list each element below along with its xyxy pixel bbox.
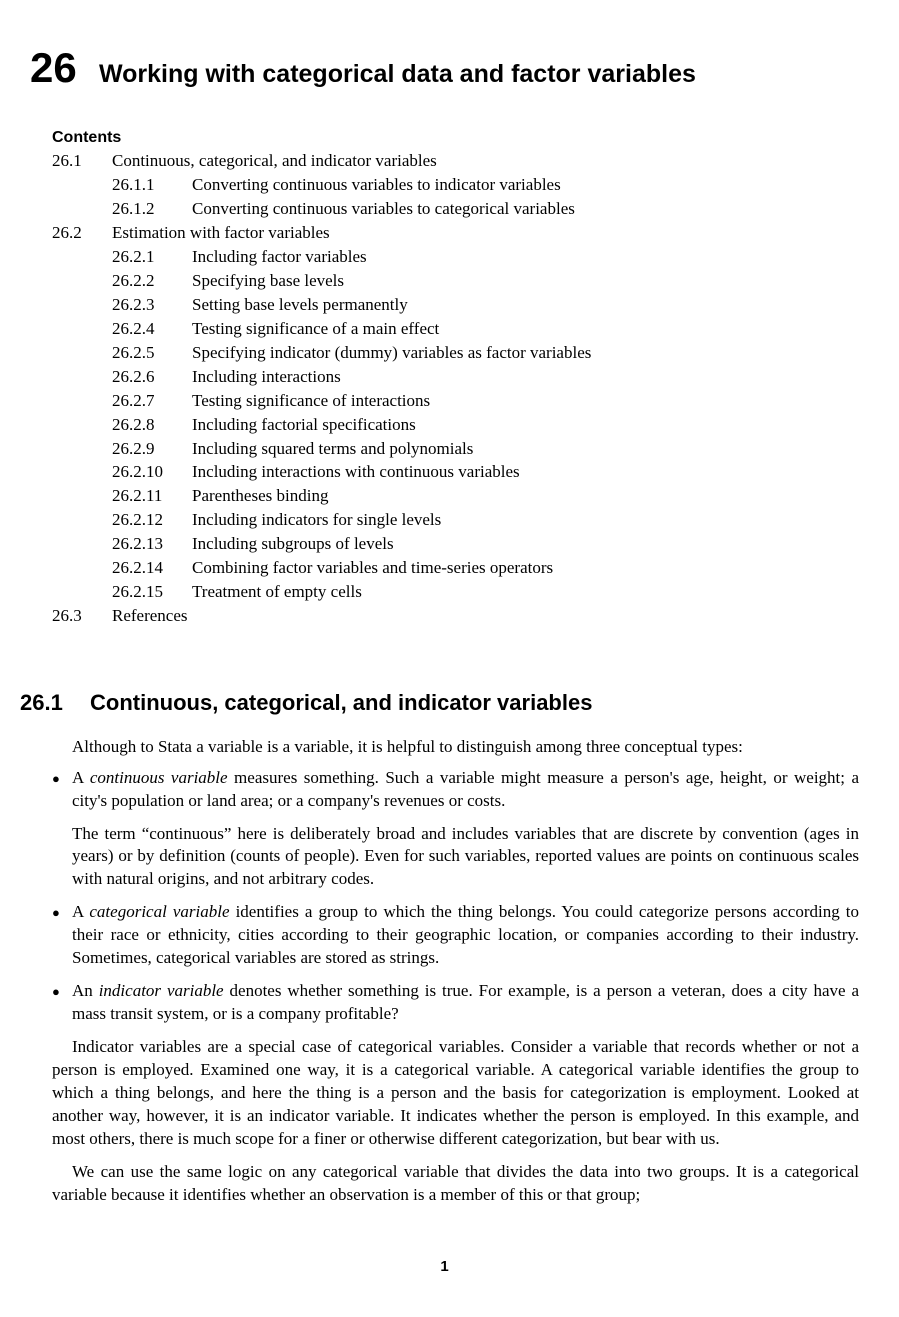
toc-entry-text: Including factorial specifications [192,414,859,437]
toc-entry-number: 26.2 [52,222,112,245]
toc-entry-text: Continuous, categorical, and indicator v… [112,150,859,173]
toc-entry-text: Combining factor variables and time-seri… [192,557,859,580]
toc-entry-number: 26.2.14 [112,557,192,580]
toc-entry[interactable]: 26.2.13Including subgroups of levels [52,533,859,556]
list-item: ●An indicator variable denotes whether s… [52,980,859,1026]
list-item-text: A categorical variable identifies a grou… [72,901,859,970]
toc-entry-text: Specifying indicator (dummy) variables a… [192,342,859,365]
toc-entry[interactable]: 26.2.9Including squared terms and polyno… [52,438,859,461]
toc-entry-text: References [112,605,859,628]
list-item: ●A categorical variable identifies a gro… [52,901,859,970]
toc-entry[interactable]: 26.1.2Converting continuous variables to… [52,198,859,221]
contents-block: Contents 26.1Continuous, categorical, an… [52,127,859,628]
toc-entry-text: Testing significance of interactions [192,390,859,413]
body-paragraph: Indicator variables are a special case o… [52,1036,859,1151]
toc-entry-text: Converting continuous variables to indic… [192,174,859,197]
toc-entry-number: 26.2.11 [112,485,192,508]
section-header: 26.1 Continuous, categorical, and indica… [20,688,859,718]
toc-entry[interactable]: 26.2.11Parentheses binding [52,485,859,508]
toc-entry[interactable]: 26.2Estimation with factor variables [52,222,859,245]
list-item-content: A categorical variable identifies a grou… [72,901,859,970]
toc-entry-number: 26.2.10 [112,461,192,484]
intro-paragraph: Although to Stata a variable is a variab… [52,736,859,759]
toc-entry-number: 26.2.4 [112,318,192,341]
toc-entry-text: Converting continuous variables to categ… [192,198,859,221]
toc-entry-number: 26.2.5 [112,342,192,365]
toc-entry-number: 26.2.1 [112,246,192,269]
list-item: ●A continuous variable measures somethin… [52,767,859,892]
toc-entry-text: Setting base levels permanently [192,294,859,317]
toc-entry[interactable]: 26.2.7Testing significance of interactio… [52,390,859,413]
toc-entry[interactable]: 26.2.12Including indicators for single l… [52,509,859,532]
toc-entry[interactable]: 26.2.3Setting base levels permanently [52,294,859,317]
toc-entry[interactable]: 26.1.1Converting continuous variables to… [52,174,859,197]
bullet-icon: ● [52,980,72,1026]
toc-entry-number: 26.2.12 [112,509,192,532]
toc-entry-text: Including factor variables [192,246,859,269]
toc-entry-text: Parentheses binding [192,485,859,508]
bullet-icon: ● [52,901,72,970]
toc-entry-number: 26.2.9 [112,438,192,461]
list-item-text: The term “continuous” here is deliberate… [72,823,859,892]
contents-heading: Contents [52,127,859,149]
toc-entry[interactable]: 26.2.10Including interactions with conti… [52,461,859,484]
chapter-title: Working with categorical data and factor… [99,58,696,92]
toc-entry-number: 26.2.15 [112,581,192,604]
toc-entry[interactable]: 26.2.6Including interactions [52,366,859,389]
toc-entry-text: Including squared terms and polynomials [192,438,859,461]
list-item-content: An indicator variable denotes whether so… [72,980,859,1026]
section-number: 26.1 [20,688,90,718]
toc-entry[interactable]: 26.1Continuous, categorical, and indicat… [52,150,859,173]
table-of-contents: 26.1Continuous, categorical, and indicat… [52,150,859,628]
chapter-header: 26 Working with categorical data and fac… [30,40,859,97]
toc-entry[interactable]: 26.2.1Including factor variables [52,246,859,269]
toc-entry-text: Including interactions with continuous v… [192,461,859,484]
toc-entry[interactable]: 26.2.15Treatment of empty cells [52,581,859,604]
list-item-content: A continuous variable measures something… [72,767,859,892]
toc-entry[interactable]: 26.2.14Combining factor variables and ti… [52,557,859,580]
list-item-text: A continuous variable measures something… [72,767,859,813]
toc-entry-text: Estimation with factor variables [112,222,859,245]
toc-entry-number: 26.1 [52,150,112,173]
toc-entry-text: Including indicators for single levels [192,509,859,532]
toc-entry-text: Including interactions [192,366,859,389]
toc-entry-number: 26.1.1 [112,174,192,197]
toc-entry[interactable]: 26.2.4Testing significance of a main eff… [52,318,859,341]
toc-entry-number: 26.2.3 [112,294,192,317]
body-paragraph: We can use the same logic on any categor… [52,1161,859,1207]
section-title: Continuous, categorical, and indicator v… [90,688,592,718]
bullet-list: ●A continuous variable measures somethin… [52,767,859,1026]
toc-entry-text: Testing significance of a main effect [192,318,859,341]
toc-entry-number: 26.2.7 [112,390,192,413]
toc-entry[interactable]: 26.2.8Including factorial specifications [52,414,859,437]
toc-entry[interactable]: 26.2.5Specifying indicator (dummy) varia… [52,342,859,365]
toc-entry-number: 26.2.13 [112,533,192,556]
list-item-text: An indicator variable denotes whether so… [72,980,859,1026]
toc-entry-text: Including subgroups of levels [192,533,859,556]
toc-entry-number: 26.1.2 [112,198,192,221]
toc-entry-number: 26.2.8 [112,414,192,437]
toc-entry-number: 26.2.6 [112,366,192,389]
body-text: Although to Stata a variable is a variab… [52,736,859,1207]
toc-entry-number: 26.3 [52,605,112,628]
toc-entry-number: 26.2.2 [112,270,192,293]
bullet-icon: ● [52,767,72,892]
toc-entry-text: Treatment of empty cells [192,581,859,604]
chapter-number: 26 [30,40,77,97]
page-number: 1 [30,1257,859,1277]
toc-entry[interactable]: 26.3References [52,605,859,628]
toc-entry-text: Specifying base levels [192,270,859,293]
toc-entry[interactable]: 26.2.2Specifying base levels [52,270,859,293]
